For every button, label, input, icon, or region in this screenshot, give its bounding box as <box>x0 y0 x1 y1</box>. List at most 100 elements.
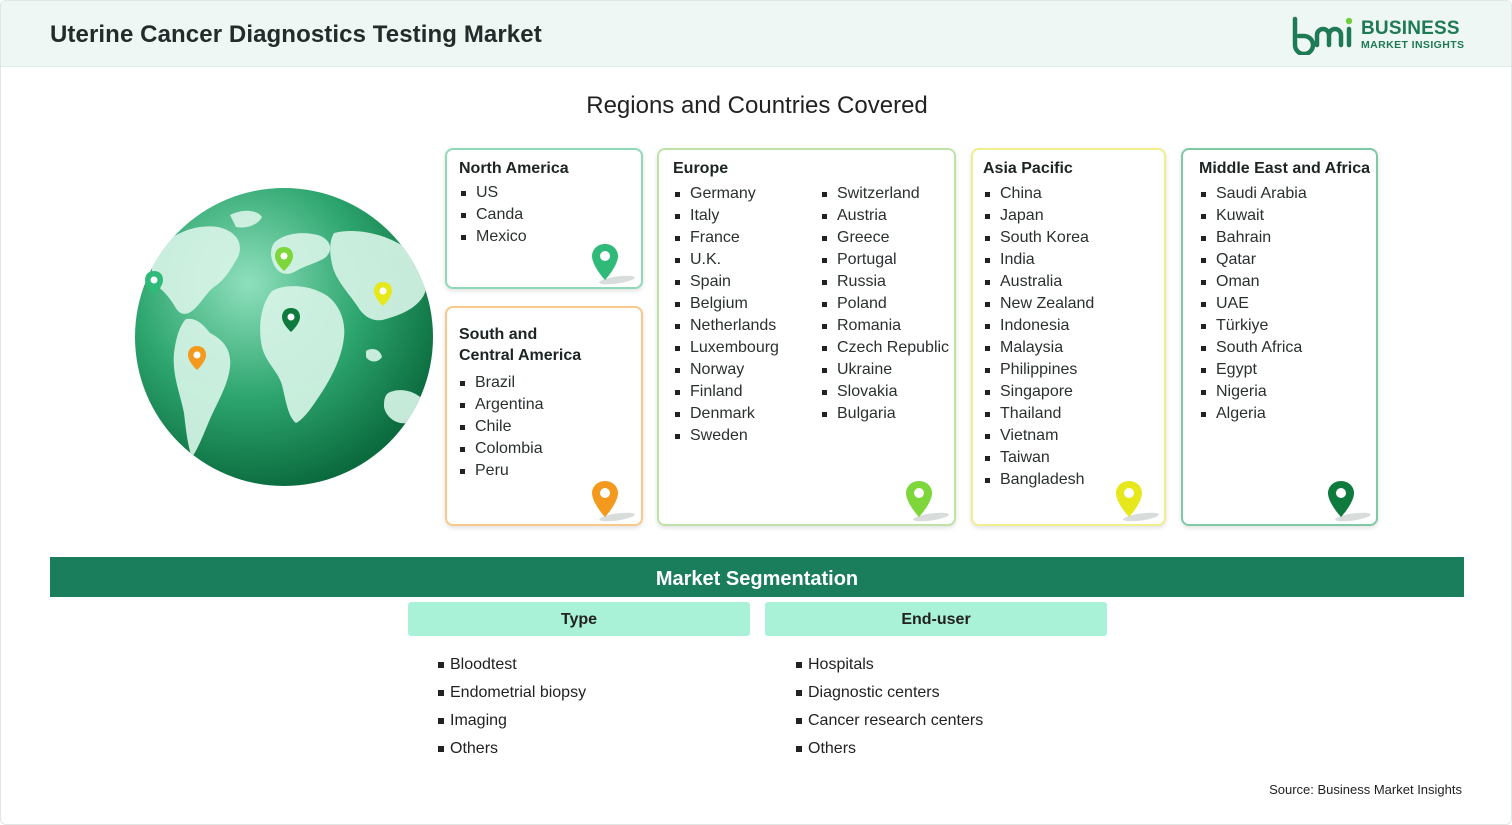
list-item: Portugal <box>820 249 949 271</box>
region-title: Europe <box>673 160 729 177</box>
region-card-south-central-america: South and Central America Brazil Argentin… <box>445 306 643 526</box>
country-list: US Canda Mexico <box>459 182 527 248</box>
list-item: Finland <box>673 381 779 403</box>
list-item: Endometrial biopsy <box>437 679 586 707</box>
list-item: Argentina <box>458 394 544 416</box>
infographic-frame: Uterine Cancer Diagnostics Testing Marke… <box>0 0 1512 825</box>
map-pin-icon <box>906 481 949 522</box>
country-list: China Japan South Korea India Australia New Z… <box>983 183 1094 491</box>
list-item: Indonesia <box>983 315 1094 337</box>
list-item: Switzerland <box>820 183 949 205</box>
list-item: Malaysia <box>983 337 1094 359</box>
list-item: Kuwait <box>1199 205 1307 227</box>
list-item: India <box>983 249 1094 271</box>
list-item: US <box>459 182 527 204</box>
region-card-europe: Europe Germany Italy France U.K. Spain Belgiu… <box>657 148 956 526</box>
brand-logo: BUSINESS MARKET INSIGHTS <box>1291 15 1471 57</box>
list-item: Austria <box>820 205 949 227</box>
region-card-asia-pacific: Asia Pacific China Japan South Korea India A… <box>971 148 1166 526</box>
list-item: Brazil <box>458 372 544 394</box>
list-item: Russia <box>820 271 949 293</box>
list-item: Nigeria <box>1199 381 1307 403</box>
bmi-logo-icon <box>1292 16 1353 57</box>
list-item: Bloodtest <box>437 651 586 679</box>
list-item: Australia <box>983 271 1094 293</box>
list-item: Colombia <box>458 438 544 460</box>
list-item: Italy <box>673 205 779 227</box>
map-pin-icon <box>1328 481 1371 522</box>
list-item: U.K. <box>673 249 779 271</box>
list-item: Slovakia <box>820 381 949 403</box>
list-item: Belgium <box>673 293 779 315</box>
list-item: Romania <box>820 315 949 337</box>
list-item: Diagnostic centers <box>795 679 983 707</box>
list-item: Czech Republic <box>820 337 949 359</box>
logo-text-market-insights: MARKET INSIGHTS <box>1361 39 1465 51</box>
list-item: Taiwan <box>983 447 1094 469</box>
region-title: Middle East and Africa <box>1199 160 1370 177</box>
segment-header-type: Type <box>408 602 750 636</box>
map-pin-icon <box>1116 481 1159 522</box>
list-item: Others <box>437 735 586 763</box>
region-card-north-america: North America US Canda Mexico <box>445 148 643 289</box>
logo-text-business: BUSINESS <box>1361 18 1460 39</box>
segment-list-end-user: Hospitals Diagnostic centers Cancer resear… <box>795 651 983 763</box>
region-card-middle-east-africa: Middle East and Africa Saudi Arabia Kuwai… <box>1181 148 1378 526</box>
list-item: Bangladesh <box>983 469 1094 491</box>
list-item: Peru <box>458 460 544 482</box>
list-item: Japan <box>983 205 1094 227</box>
list-item: Chile <box>458 416 544 438</box>
segment-header-end-user: End-user <box>765 602 1107 636</box>
list-item: Imaging <box>437 707 586 735</box>
country-list: Saudi Arabia Kuwait Bahrain Qatar Oman UAE Tür… <box>1199 183 1307 425</box>
list-item: Germany <box>673 183 779 205</box>
list-item: France <box>673 227 779 249</box>
list-item: Qatar <box>1199 249 1307 271</box>
list-item: Türkiye <box>1199 315 1307 337</box>
list-item: Denmark <box>673 403 779 425</box>
list-item: Mexico <box>459 226 527 248</box>
list-item: Bulgaria <box>820 403 949 425</box>
segment-list-type: Bloodtest Endometrial biopsy Imaging Others <box>437 651 586 763</box>
list-item: New Zealand <box>983 293 1094 315</box>
list-item: Spain <box>673 271 779 293</box>
region-title: North America <box>459 160 569 177</box>
country-list: Switzerland Austria Greece Portugal Russia Po… <box>820 183 949 425</box>
list-item: Sweden <box>673 425 779 447</box>
list-item: Poland <box>820 293 949 315</box>
list-item: Hospitals <box>795 651 983 679</box>
list-item: Cancer research centers <box>795 707 983 735</box>
list-item: Vietnam <box>983 425 1094 447</box>
list-item: South Africa <box>1199 337 1307 359</box>
source-note: Source: Business Market Insights <box>1269 782 1462 797</box>
list-item: Others <box>795 735 983 763</box>
country-list: Brazil Argentina Chile Colombia Peru <box>458 372 544 482</box>
list-item: Netherlands <box>673 315 779 337</box>
list-item: Algeria <box>1199 403 1307 425</box>
country-list: Germany Italy France U.K. Spain Belgium Nether… <box>673 183 779 447</box>
list-item: Oman <box>1199 271 1307 293</box>
regions-title: Regions and Countries Covered <box>586 92 928 119</box>
region-title-line1: South and <box>459 326 538 343</box>
map-pin-icon <box>592 244 635 285</box>
region-title: Asia Pacific <box>983 160 1073 177</box>
segmentation-title-bar: Market Segmentation <box>50 557 1464 597</box>
list-item: Thailand <box>983 403 1094 425</box>
map-pin-icon <box>592 481 635 522</box>
list-item: Norway <box>673 359 779 381</box>
list-item: South Korea <box>983 227 1094 249</box>
list-item: Greece <box>820 227 949 249</box>
list-item: Ukraine <box>820 359 949 381</box>
page-title: Uterine Cancer Diagnostics Testing Marke… <box>50 21 542 48</box>
list-item: Philippines <box>983 359 1094 381</box>
list-item: Saudi Arabia <box>1199 183 1307 205</box>
region-title: South and Central America <box>459 324 581 366</box>
list-item: China <box>983 183 1094 205</box>
list-item: UAE <box>1199 293 1307 315</box>
list-item: Bahrain <box>1199 227 1307 249</box>
header: Uterine Cancer Diagnostics Testing Marke… <box>1 1 1511 67</box>
globe-icon <box>135 188 433 486</box>
list-item: Egypt <box>1199 359 1307 381</box>
region-title-line2: Central America <box>459 347 582 364</box>
list-item: Singapore <box>983 381 1094 403</box>
